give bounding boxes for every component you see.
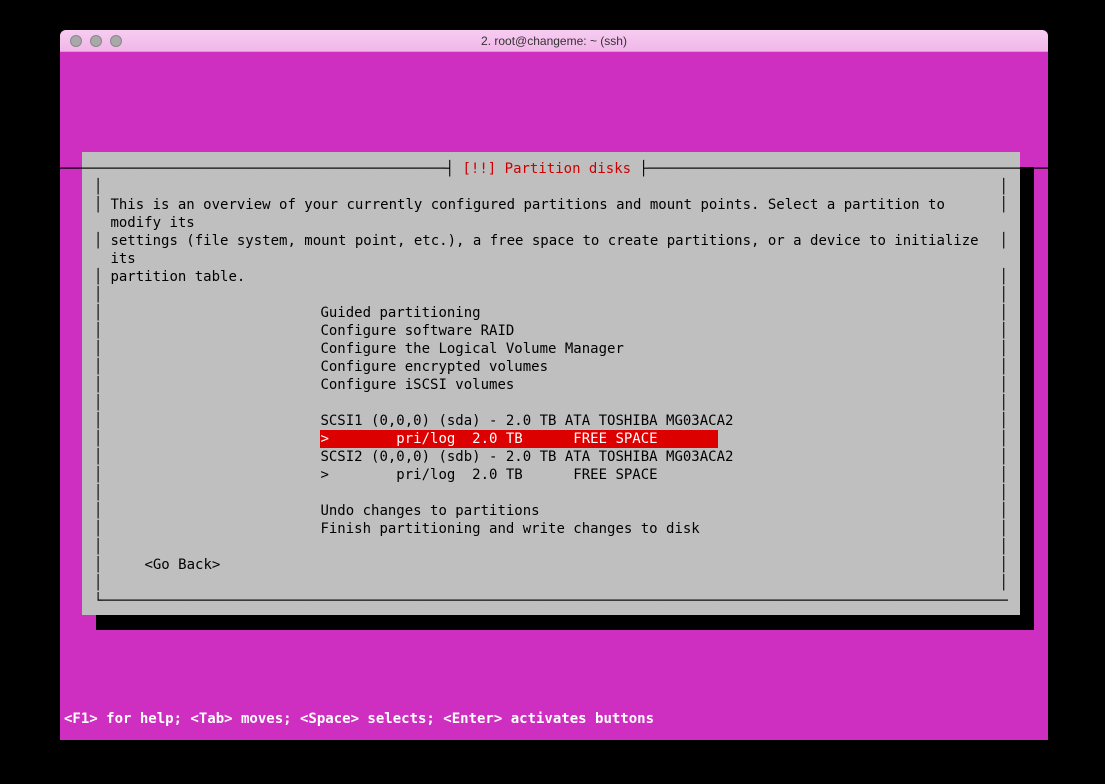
terminal-window: 2. root@changeme: ~ (ssh) ┌─────────────… [60, 30, 1048, 740]
disk-sda-header[interactable]: SCSI1 (0,0,0) (sda) - 2.0 TB ATA TOSHIBA… [94, 412, 1008, 430]
menu-guided[interactable]: Guided partitioning [94, 304, 1008, 322]
go-back-button[interactable]: <Go Back> [94, 556, 1008, 574]
terminal-content: ┌───────────────────────────────────────… [60, 52, 1048, 740]
border-top-right: ├───────────────────────────────────────… [631, 160, 1061, 178]
menu-encrypted[interactable]: Configure encrypted volumes [94, 358, 1008, 376]
window-titlebar: 2. root@changeme: ~ (ssh) [60, 30, 1048, 52]
menu-iscsi[interactable]: Configure iSCSI volumes [94, 376, 1008, 394]
blank-row: . [94, 394, 1008, 412]
border-top-left: ┌───────────────────────────────────────… [41, 160, 462, 178]
blank-row: . [94, 574, 1008, 592]
window-title: 2. root@changeme: ~ (ssh) [60, 34, 1048, 48]
disk-sdb-header[interactable]: SCSI2 (0,0,0) (sdb) - 2.0 TB ATA TOSHIBA… [94, 448, 1008, 466]
menu-lvm[interactable]: Configure the Logical Volume Manager [94, 340, 1008, 358]
blank-row: . [94, 178, 1008, 196]
description-line-3: partition table. [94, 268, 1008, 286]
blank-row: . [94, 484, 1008, 502]
blank-row: . [94, 286, 1008, 304]
border-bottom: └───────────────────────────────────────… [94, 592, 1008, 610]
partition-dialog: ┌───────────────────────────────────────… [82, 152, 1020, 615]
menu-undo[interactable]: Undo changes to partitions [94, 502, 1008, 520]
disk-sdb-freespace[interactable]: > pri/log 2.0 TB FREE SPACE [94, 466, 1008, 484]
description-line-2: settings (file system, mount point, etc.… [94, 232, 1008, 268]
dialog-title: [!!] Partition disks [463, 160, 632, 178]
menu-raid[interactable]: Configure software RAID [94, 322, 1008, 340]
blank-row: . [94, 538, 1008, 556]
help-bar: <F1> for help; <Tab> moves; <Space> sele… [60, 710, 654, 728]
menu-finish[interactable]: Finish partitioning and write changes to… [94, 520, 1008, 538]
dialog-title-row: ┌───────────────────────────────────────… [94, 160, 1008, 178]
description-line-1: This is an overview of your currently co… [94, 196, 1008, 232]
disk-sda-freespace[interactable]: > pri/log 2.0 TB FREE SPACE [94, 430, 1008, 448]
